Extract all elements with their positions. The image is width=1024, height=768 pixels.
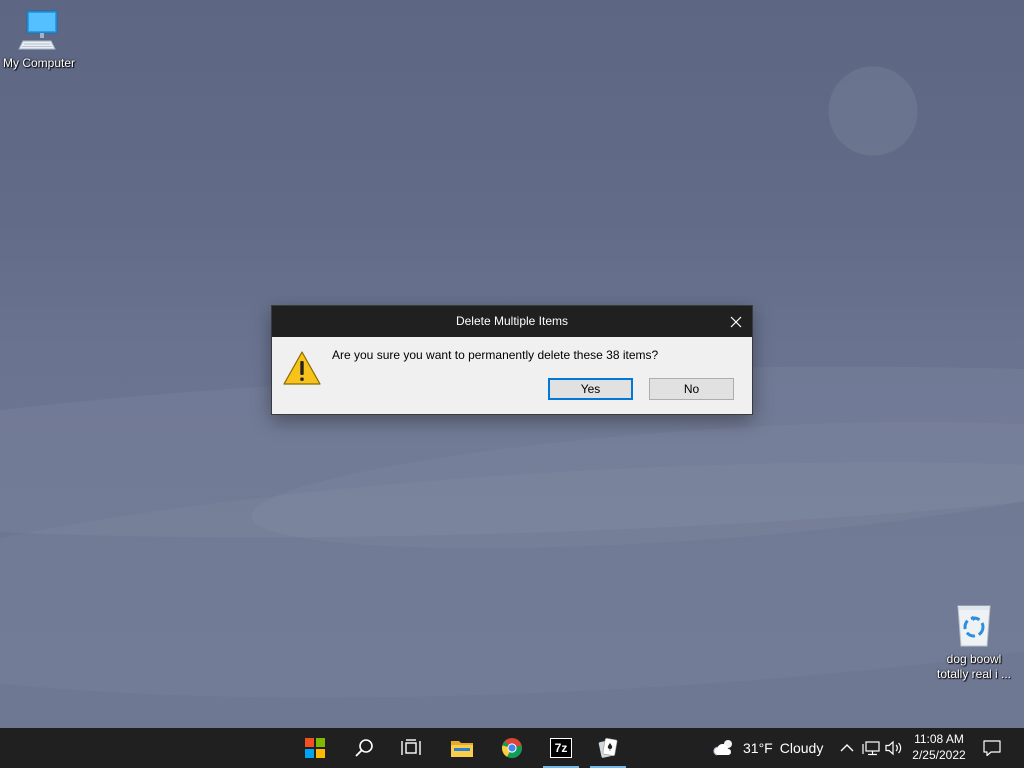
no-button[interactable]: No: [649, 378, 734, 400]
show-hidden-icons-button[interactable]: [837, 738, 857, 758]
system-clock[interactable]: 11:08 AM 2/25/2022: [906, 731, 972, 763]
solitaire-button[interactable]: [588, 732, 628, 768]
notification-center-button[interactable]: [980, 736, 1004, 760]
desktop: My Computer dog boowl totally real i ...…: [0, 0, 1024, 728]
volume-button[interactable]: [884, 738, 904, 758]
network-icon: [862, 741, 880, 756]
chrome-button[interactable]: [492, 732, 532, 764]
chrome-icon: [502, 738, 522, 759]
yes-button[interactable]: Yes: [548, 378, 633, 400]
close-icon: [730, 316, 742, 327]
cloud-sun-icon: [713, 740, 732, 756]
windows-start-icon: [305, 738, 325, 758]
cards-icon: [598, 738, 618, 758]
desktop-icon-label: My Computer: [2, 56, 76, 70]
recycle-bin-icon: [932, 600, 1016, 652]
clock-date: 2/25/2022: [912, 748, 966, 762]
weather-temperature: 31°F: [743, 740, 773, 756]
search-button[interactable]: [344, 732, 384, 764]
network-button[interactable]: [861, 738, 881, 758]
desktop-icon-label-line2: totally real i ...: [936, 667, 1012, 681]
computer-icon: [0, 8, 78, 56]
dialog-message: Are you sure you want to permanently del…: [332, 348, 659, 362]
notification-icon: [983, 740, 1001, 757]
volume-icon: [885, 740, 902, 756]
weather-widget[interactable]: 31°F Cloudy: [712, 728, 823, 768]
dialog-titlebar[interactable]: Delete Multiple Items: [272, 306, 752, 337]
warning-icon: [283, 350, 321, 391]
delete-confirm-dialog: Delete Multiple Items Are you sure you w…: [271, 305, 753, 415]
desktop-icon-my-computer[interactable]: My Computer: [0, 8, 78, 71]
task-view-button[interactable]: [391, 732, 431, 764]
folder-icon: [451, 741, 473, 757]
chevron-up-icon: [840, 744, 854, 752]
task-view-icon: [401, 739, 421, 755]
file-explorer-button[interactable]: [442, 732, 482, 764]
dialog-title: Delete Multiple Items: [455, 314, 569, 328]
desktop-icon-label-line1: dog boowl: [946, 652, 1002, 666]
7zip-button[interactable]: 7z: [541, 732, 581, 768]
search-icon: [355, 739, 373, 757]
dialog-body: Are you sure you want to permanently del…: [272, 337, 752, 414]
close-button[interactable]: [720, 306, 752, 337]
weather-condition: Cloudy: [779, 740, 824, 756]
start-button[interactable]: [295, 732, 335, 764]
desktop-icon-recycle-bin[interactable]: dog boowl totally real i ...: [932, 600, 1016, 682]
clock-time: 11:08 AM: [914, 732, 964, 746]
7zip-icon: 7z: [550, 738, 572, 758]
taskbar: 7z 31°F Cloudy 11:08 AM 2/25/2022: [0, 728, 1024, 768]
